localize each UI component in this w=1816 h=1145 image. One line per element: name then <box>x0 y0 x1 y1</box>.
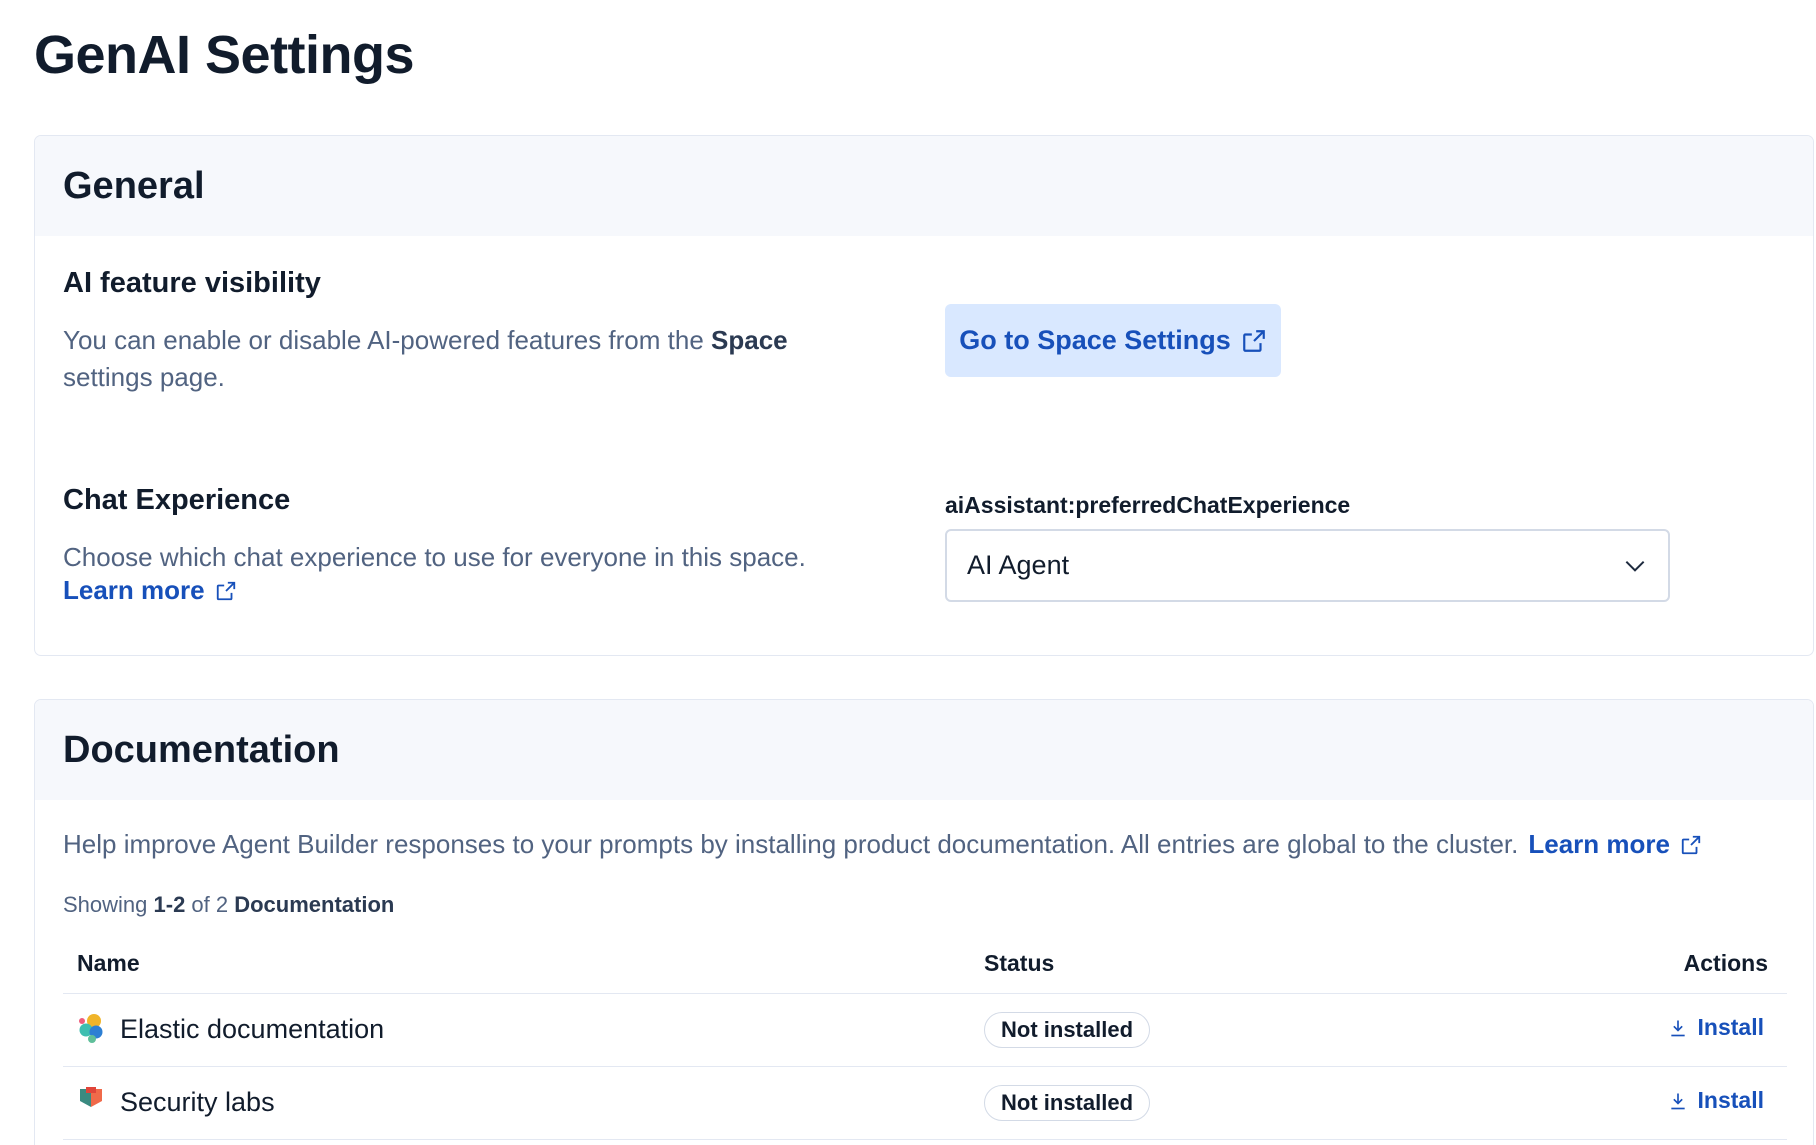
ai-visibility-title: AI feature visibility <box>63 267 321 299</box>
column-header-name[interactable]: Name <box>77 950 140 977</box>
documentation-count: Showing 1-2 of 2 Documentation <box>63 892 395 917</box>
table-row-name: Security labs <box>120 1087 275 1117</box>
install-button[interactable]: Install <box>1668 1087 1764 1114</box>
chat-experience-title: Chat Experience <box>63 484 291 516</box>
elastic-logo-icon <box>77 1012 105 1049</box>
chat-experience-learn-more-label: Learn more <box>63 575 205 605</box>
go-to-space-settings-label: Go to Space Settings <box>959 325 1231 355</box>
status-badge: Not installed <box>984 1012 1151 1048</box>
ai-visibility-description: You can enable or disable AI-powered fea… <box>63 325 788 392</box>
chat-experience-description: Choose which chat experience to use for … <box>63 542 806 572</box>
table-divider <box>63 1139 1787 1140</box>
download-icon <box>1670 1093 1685 1109</box>
chevron-down-icon <box>1625 560 1645 572</box>
external-link-icon <box>1681 835 1701 854</box>
table-divider <box>63 1066 1787 1067</box>
go-to-space-settings-button[interactable]: Go to Space Settings <box>945 304 1281 377</box>
install-button[interactable]: Install <box>1668 1014 1764 1041</box>
documentation-heading: Documentation <box>63 728 340 771</box>
install-label: Install <box>1697 1087 1764 1113</box>
documentation-description-text: Help improve Agent Builder responses to … <box>63 829 1519 859</box>
chat-experience-learn-more-link[interactable]: Learn more <box>63 575 237 606</box>
general-heading: General <box>63 164 205 207</box>
status-badge: Not installed <box>984 1085 1151 1121</box>
table-divider <box>63 993 1787 994</box>
column-header-actions: Actions <box>1683 950 1768 976</box>
download-icon <box>1670 1020 1685 1036</box>
page-title: GenAI Settings <box>34 25 415 85</box>
documentation-learn-more-link[interactable]: Learn more <box>1528 829 1670 860</box>
security-labs-logo-icon <box>78 1085 104 1120</box>
external-link-icon <box>216 581 235 600</box>
chat-experience-selected-value: AI Agent <box>967 550 1070 580</box>
documentation-panel: Documentation <box>34 699 1814 1145</box>
documentation-panel-header: Documentation <box>35 700 1813 800</box>
external-link-icon <box>1242 329 1265 352</box>
chat-experience-select[interactable]: AI Agent <box>945 529 1670 602</box>
general-panel-header: General <box>35 136 1813 236</box>
table-row-name: Elastic documentation <box>120 1014 385 1044</box>
chat-experience-field-label: aiAssistant:preferredChatExperience <box>945 492 1351 518</box>
documentation-description: Help improve Agent Builder responses to … <box>63 829 1702 860</box>
column-header-status: Status <box>984 950 1055 976</box>
install-label: Install <box>1697 1014 1764 1040</box>
